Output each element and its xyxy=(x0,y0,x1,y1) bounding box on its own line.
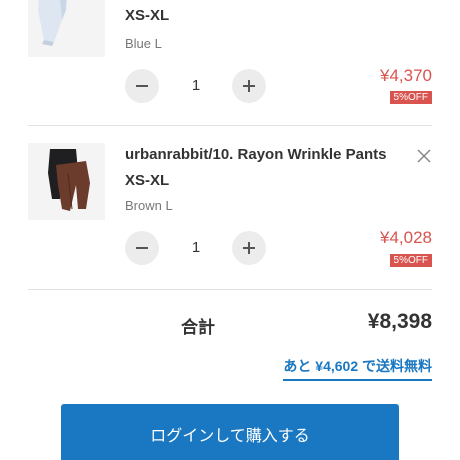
product-image[interactable] xyxy=(28,143,105,220)
product-name-line1: urbanrabbit/10. Rayon Wrinkle Pants xyxy=(125,146,387,163)
divider xyxy=(28,289,432,290)
quantity-value: 1 xyxy=(191,239,201,256)
increase-quantity-button[interactable] xyxy=(232,69,266,103)
cart-item: urbanrabbit/10. Rayon Wrinkle Pants XS-X… xyxy=(0,126,460,288)
product-name-line2: XS-XL xyxy=(125,172,170,189)
decrease-quantity-button[interactable] xyxy=(125,69,159,103)
product-image[interactable] xyxy=(28,0,105,57)
decrease-quantity-button[interactable] xyxy=(125,231,159,265)
product-name: urbanrabbit/10. Rayon Wrinkle Pants XS-X… xyxy=(125,142,425,194)
total-label: 合計 xyxy=(181,318,215,337)
cart-item: XS-XL Blue L 1 ¥4,370 5%OFF xyxy=(0,0,460,125)
remove-item-icon[interactable] xyxy=(416,148,432,164)
product-variant: Brown L xyxy=(125,198,173,213)
product-name: XS-XL xyxy=(125,7,170,24)
increase-quantity-button[interactable] xyxy=(232,231,266,265)
item-price: ¥4,028 xyxy=(380,228,432,247)
free-shipping-link[interactable]: あと ¥4,602 で送料無料 xyxy=(283,356,432,381)
pants-photo-icon xyxy=(28,143,105,220)
plus-icon xyxy=(243,242,255,254)
item-price: ¥4,370 xyxy=(380,66,432,85)
shirt-photo-icon xyxy=(28,0,105,57)
plus-icon xyxy=(243,80,255,92)
login-checkout-button[interactable]: ログインして購入する xyxy=(61,404,399,460)
discount-badge: 5%OFF xyxy=(389,91,432,104)
minus-icon xyxy=(136,247,148,249)
product-variant: Blue L xyxy=(125,36,162,51)
discount-badge: 5%OFF xyxy=(389,254,432,267)
quantity-value: 1 xyxy=(191,77,201,94)
minus-icon xyxy=(136,85,148,87)
total-value: ¥8,398 xyxy=(367,310,432,333)
